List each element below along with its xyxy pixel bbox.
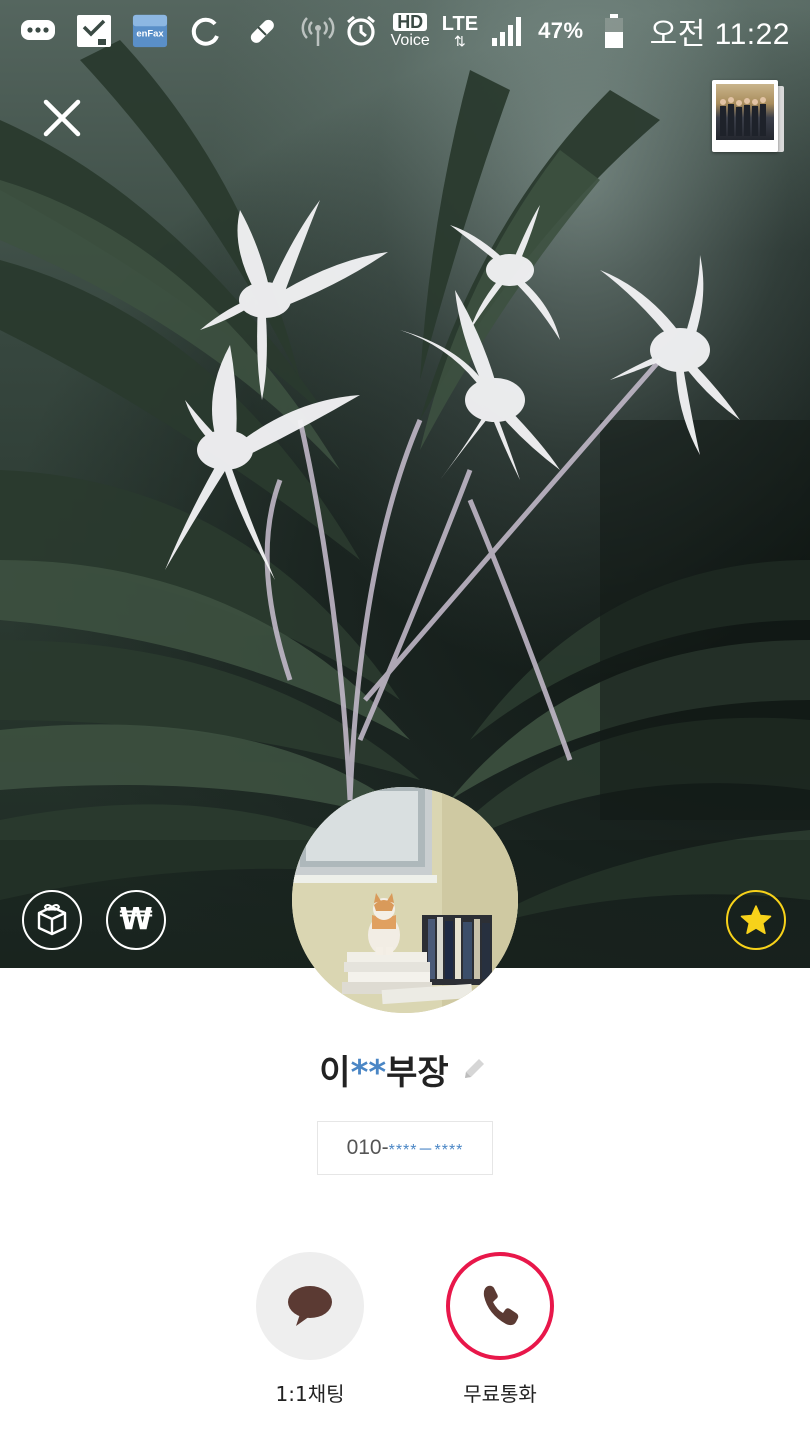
won-icon: ₩ [119,902,153,937]
clock: 오전 11:22 [649,18,790,51]
signal-icon [490,13,526,49]
chat-bubble-icon [288,1286,332,1326]
gift-button[interactable] [22,890,82,950]
hd-voice-indicator: HD Voice [391,13,430,49]
payment-button[interactable]: ₩ [106,890,166,950]
messages-icon [20,13,56,49]
battery-percent: 47% [538,18,584,43]
profile-avatar[interactable] [292,787,518,1013]
name-suffix: 부장 [386,1052,449,1093]
call-action[interactable]: 무료통화 [420,1252,580,1407]
network-label: LTE [441,13,479,35]
close-button[interactable] [38,94,86,142]
chat-button[interactable] [256,1252,364,1360]
album-thumbnail-image [716,84,774,140]
pencil-icon [464,1059,484,1078]
call-label: 무료통화 [463,1382,537,1406]
hotspot-icon [300,13,336,49]
phone-number[interactable]: 010- ****－**** [317,1121,493,1175]
phone-mask: ****－**** [388,1142,464,1159]
battery-icon [596,13,632,49]
data-arrows-icon: ⇅ [454,33,466,49]
gift-box-icon [37,904,67,936]
status-bar: enFax HD Voice LTE ⇅ 47% 오전 11:22 [0,0,810,62]
chat-label: 1:1채팅 [275,1382,345,1406]
chat-action[interactable]: 1:1채팅 [230,1252,390,1407]
name-prefix: 이 [319,1052,351,1093]
hd-label: HD [393,13,428,31]
phone-prefix: 010- [346,1136,389,1159]
free-call-button[interactable] [446,1252,554,1360]
profile-name: 이**부장 [319,1045,448,1094]
pill-icon [244,13,280,49]
name-mask: ** [350,1052,387,1093]
avatar-image [292,787,518,1013]
alarm-icon [343,13,379,49]
enfax-icon: enFax [132,13,168,49]
checklist-icon [76,13,112,49]
star-icon [740,905,772,935]
network-indicator: LTE ⇅ [442,14,478,48]
voice-label: Voice [390,32,430,49]
phone-handset-icon [483,1285,519,1326]
sync-icon [188,13,224,49]
edit-name-button[interactable] [457,1052,491,1086]
favorite-button[interactable] [726,890,786,950]
close-icon [43,99,81,137]
enfax-label: enFax [136,29,164,40]
profile-name-row: 이**부장 [0,1044,810,1094]
profile-album-button[interactable] [712,80,784,154]
